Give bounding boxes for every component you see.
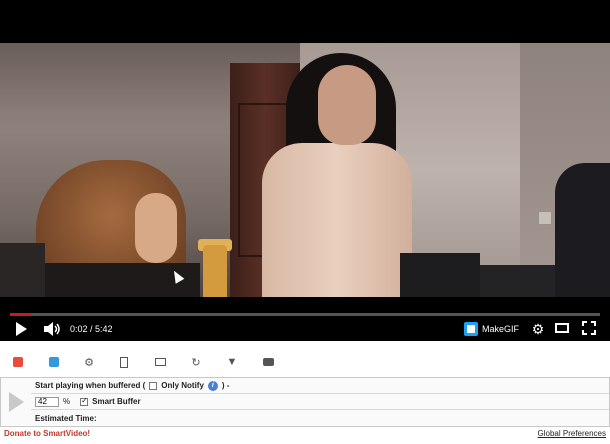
progress-bar-fill [10, 313, 31, 316]
smart-buffer-row: % Smart Buffer [31, 394, 609, 410]
extension-toolbar: ⚙ ↻ ▼ [0, 348, 610, 376]
estimated-time-label: Estimated Time: [35, 413, 97, 423]
woman-face [318, 65, 376, 145]
makegif-logo-icon [464, 322, 478, 336]
fullscreen-icon[interactable] [582, 321, 596, 335]
record-icon[interactable] [12, 356, 24, 368]
person-silhouette [555, 163, 610, 297]
global-preferences-link[interactable]: Global Preferences [538, 429, 606, 438]
settings-gear-icon[interactable]: ⚙ [530, 321, 546, 337]
theater-mode-icon[interactable] [555, 323, 569, 333]
woman-body [262, 143, 412, 297]
footer: Donate to SmartVideo! Global Preferences [0, 427, 610, 441]
film-icon[interactable] [118, 356, 130, 368]
refresh-icon[interactable]: ↻ [190, 356, 202, 369]
makegif-label: MakeGIF [482, 324, 520, 334]
wall-switch [538, 211, 552, 225]
donate-link[interactable]: Donate to SmartVideo! [4, 429, 90, 438]
image-icon[interactable] [154, 356, 166, 368]
trailing-text: ) - [221, 381, 230, 390]
start-playing-label: Start playing when buffered ( [35, 381, 146, 390]
smart-buffer-label: Smart Buffer [92, 397, 141, 406]
amplifier [400, 253, 480, 297]
gear-icon[interactable]: ⚙ [83, 356, 95, 369]
play-icon[interactable] [14, 322, 28, 336]
estimated-time-row: Estimated Time: [31, 410, 609, 426]
amplifier [480, 265, 560, 297]
filter-icon[interactable]: ▼ [226, 356, 238, 368]
start-playing-row: Start playing when buffered ( Only Notif… [31, 378, 609, 394]
person-silhouette [0, 243, 45, 297]
makegif-button[interactable]: MakeGIF [464, 321, 519, 337]
percent-sign: % [63, 397, 71, 406]
singer-face [135, 193, 177, 263]
player-controls: 0:02 / 5:42 MakeGIF ⚙ [0, 317, 610, 341]
guitar-neck [203, 245, 227, 297]
camera-icon[interactable] [262, 356, 274, 368]
info-icon[interactable]: i [207, 380, 218, 391]
smart-buffer-checkbox[interactable] [80, 396, 89, 406]
volume-icon[interactable] [44, 322, 62, 336]
buffer-play-button[interactable] [2, 379, 30, 425]
progress-bar[interactable] [10, 313, 600, 316]
tag-icon[interactable] [48, 356, 60, 368]
buffer-percent-input[interactable] [35, 396, 59, 407]
only-notify-label: Only Notify [161, 381, 204, 390]
only-notify-checkbox[interactable] [149, 381, 158, 390]
buffer-panel: Start playing when buffered ( Only Notif… [0, 377, 610, 427]
time-display: 0:02 / 5:42 [70, 324, 113, 334]
video-player[interactable]: 0:02 / 5:42 MakeGIF ⚙ [0, 0, 610, 341]
video-frame[interactable] [0, 43, 610, 297]
